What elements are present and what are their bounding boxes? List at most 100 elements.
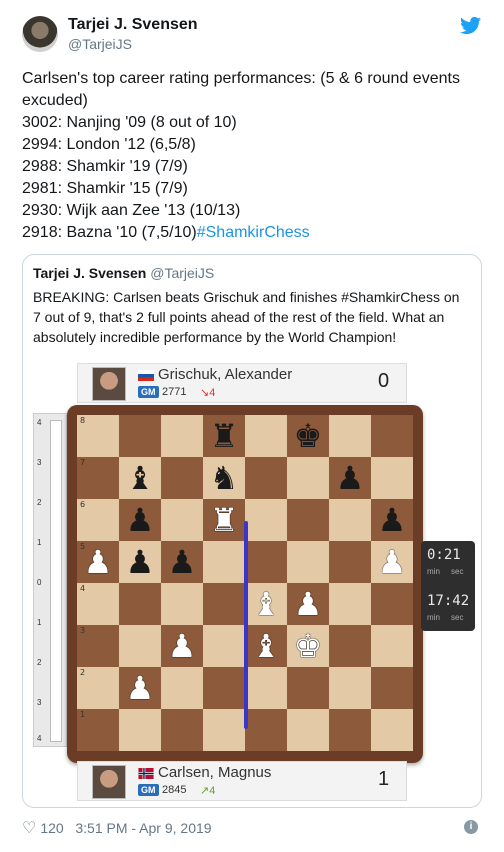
tweet-line: excuded) <box>22 92 88 109</box>
board-square[interactable]: ♟ <box>119 667 161 709</box>
board-square[interactable]: ♟ <box>161 625 203 667</box>
board-square[interactable] <box>203 541 245 583</box>
board-square[interactable] <box>371 583 413 625</box>
board-square[interactable]: ♟ <box>329 457 371 499</box>
author-handle[interactable]: @TarjeiJS <box>68 36 132 52</box>
board-square[interactable] <box>371 457 413 499</box>
board-square[interactable] <box>371 667 413 709</box>
white-pawn-icon[interactable]: ♟ <box>168 630 197 662</box>
white-pawn-icon[interactable]: ♟ <box>378 546 407 578</box>
tweet-line: 2988: Shamkir '19 (7/9) <box>22 158 188 175</box>
board-square[interactable] <box>161 499 203 541</box>
board-square[interactable] <box>287 541 329 583</box>
white-pawn-icon[interactable]: ♟ <box>126 672 155 704</box>
board-square[interactable] <box>287 457 329 499</box>
board-square[interactable] <box>245 499 287 541</box>
board-square[interactable]: ♚ <box>287 625 329 667</box>
white-bishop-icon[interactable]: ♝ <box>252 630 281 662</box>
board-square[interactable] <box>245 541 287 583</box>
black-king-icon[interactable]: ♚ <box>294 420 323 452</box>
board-square[interactable] <box>119 709 161 751</box>
board-square[interactable] <box>119 583 161 625</box>
clock-unit: sec <box>451 613 464 622</box>
board-square[interactable]: ♝ <box>245 583 287 625</box>
top-player-bar: Grischuk, Alexander GM 2771 ↘4 0 <box>77 363 407 403</box>
board-square[interactable]: ♞ <box>203 457 245 499</box>
board-square[interactable]: ♚ <box>287 415 329 457</box>
board-square[interactable]: ♟ <box>371 541 413 583</box>
like-count[interactable]: 120 <box>40 820 63 836</box>
hashtag-link[interactable]: #ShamkirChess <box>197 224 310 241</box>
board-square[interactable] <box>245 415 287 457</box>
board-square[interactable] <box>329 541 371 583</box>
board-square[interactable]: 7 <box>77 457 119 499</box>
white-bishop-icon[interactable]: ♝ <box>252 588 281 620</box>
board-square[interactable]: 2 <box>77 667 119 709</box>
board-square[interactable]: ♜ <box>203 499 245 541</box>
board-square[interactable] <box>161 583 203 625</box>
author-name[interactable]: Tarjei J. Svensen <box>68 16 198 34</box>
board-square[interactable]: ♝ <box>119 457 161 499</box>
twitter-bird-icon[interactable] <box>460 16 482 36</box>
board-square[interactable] <box>203 709 245 751</box>
board-square[interactable]: 3 <box>77 625 119 667</box>
black-pawn-icon[interactable]: ♟ <box>336 462 365 494</box>
board-square[interactable] <box>203 667 245 709</box>
board-square[interactable]: ♟ <box>287 583 329 625</box>
board-square[interactable] <box>329 583 371 625</box>
black-rook-icon[interactable]: ♜ <box>210 420 239 452</box>
board-square[interactable]: ♟ <box>119 541 161 583</box>
board-square[interactable] <box>329 667 371 709</box>
board-square[interactable] <box>287 499 329 541</box>
board-square[interactable] <box>119 625 161 667</box>
board-square[interactable] <box>161 709 203 751</box>
white-pawn-icon[interactable]: ♟ <box>294 588 323 620</box>
board-square[interactable] <box>329 499 371 541</box>
board-square[interactable] <box>245 667 287 709</box>
info-icon[interactable]: i <box>464 820 478 834</box>
board-square[interactable] <box>287 667 329 709</box>
board-square[interactable]: 5 ♟ <box>77 541 119 583</box>
black-pawn-icon[interactable]: ♟ <box>126 546 155 578</box>
tweet-timestamp[interactable]: 3:51 PM - Apr 9, 2019 <box>75 820 211 836</box>
white-rook-icon[interactable]: ♜ <box>210 504 239 536</box>
tweet-line: Carlsen's top career rating performances… <box>22 70 460 87</box>
board-square[interactable] <box>203 583 245 625</box>
black-pawn-icon[interactable]: ♟ <box>168 546 197 578</box>
board-square[interactable] <box>287 709 329 751</box>
board-square[interactable] <box>371 415 413 457</box>
board-square[interactable] <box>161 457 203 499</box>
board-square[interactable] <box>161 667 203 709</box>
board-square[interactable] <box>371 709 413 751</box>
board-square[interactable]: 1 <box>77 709 119 751</box>
board-square[interactable] <box>245 457 287 499</box>
board-square[interactable]: ♟ <box>161 541 203 583</box>
black-pawn-icon[interactable]: ♟ <box>126 504 155 536</box>
board-square[interactable]: 6 <box>77 499 119 541</box>
white-king-icon[interactable]: ♚ <box>294 630 323 662</box>
board-square[interactable]: ♟ <box>119 499 161 541</box>
board-square[interactable] <box>119 415 161 457</box>
black-pawn-icon[interactable]: ♟ <box>378 504 407 536</box>
board-square[interactable] <box>329 709 371 751</box>
author-avatar[interactable] <box>22 16 58 52</box>
black-knight-icon[interactable]: ♞ <box>210 462 239 494</box>
board-square[interactable] <box>245 709 287 751</box>
eval-tick: 2 <box>37 658 42 667</box>
bottom-player-bar: Carlsen, Magnus GM 2845 ↗4 1 <box>77 761 407 801</box>
black-bishop-icon[interactable]: ♝ <box>126 462 155 494</box>
board-square[interactable]: ♟ <box>371 499 413 541</box>
board-square[interactable] <box>329 415 371 457</box>
board-square[interactable]: ♝ <box>245 625 287 667</box>
board-square[interactable] <box>203 625 245 667</box>
board-square[interactable]: ♜ <box>203 415 245 457</box>
quoted-tweet-card[interactable]: Tarjei J. Svensen @TarjeiJS BREAKING: Ca… <box>22 254 482 808</box>
board-square[interactable] <box>161 415 203 457</box>
board-square[interactable] <box>371 625 413 667</box>
board-square[interactable]: 8 <box>77 415 119 457</box>
eval-tick: 2 <box>37 498 42 507</box>
board-square[interactable] <box>329 625 371 667</box>
board-square[interactable]: 4 <box>77 583 119 625</box>
heart-icon[interactable]: ♡ <box>22 818 36 838</box>
white-pawn-icon[interactable]: ♟ <box>84 546 113 578</box>
